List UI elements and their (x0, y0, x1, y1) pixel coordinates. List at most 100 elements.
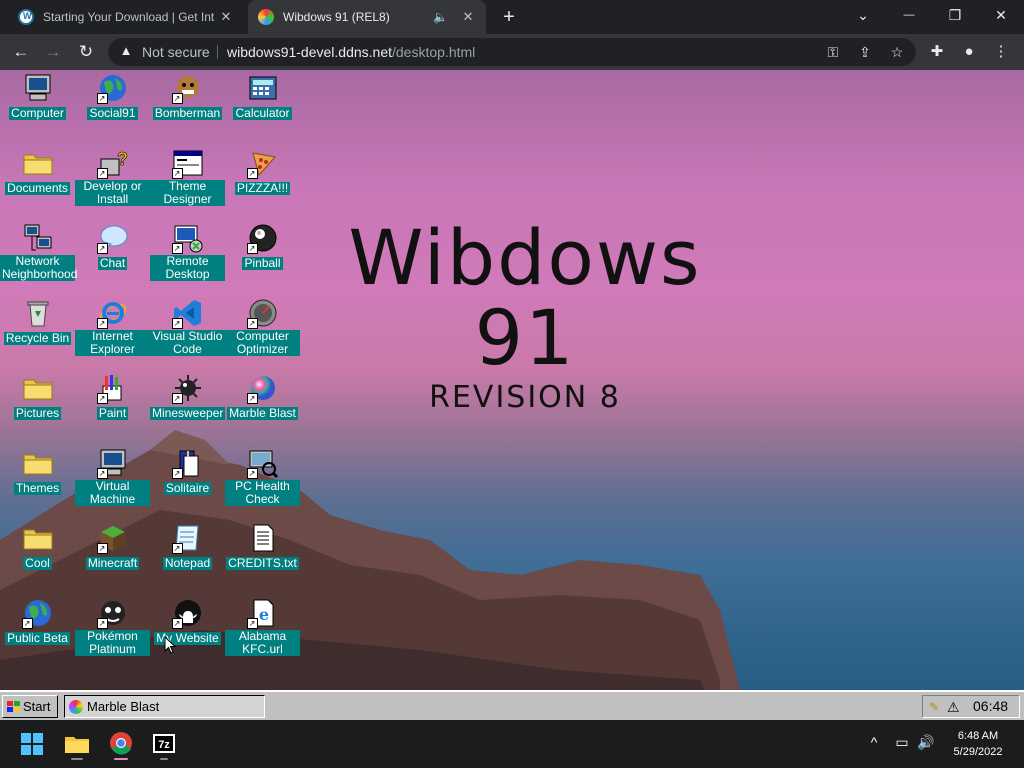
desktop-icon-theme-designer[interactable]: ↗ Theme Designer (150, 145, 225, 220)
marble-icon: ↗ (246, 372, 279, 404)
desktop-icon-pizzza[interactable]: ↗ PIZZZA!!! (225, 145, 300, 220)
desktop-icon-visual-studio-code[interactable]: ↗ Visual Studio Code (150, 295, 225, 370)
desktop-icon-virtual-machine[interactable]: ↗ Virtual Machine (75, 445, 150, 520)
security-label[interactable]: Not secure (142, 44, 210, 60)
os-clock[interactable]: 6:48 AM 5/29/2022 (948, 728, 1008, 760)
reload-button[interactable]: ↻ (75, 41, 97, 63)
desktop-icon-solitaire[interactable]: ↗ Solitaire (150, 445, 225, 520)
desktop-icon-chat[interactable]: ↗ Chat (75, 220, 150, 295)
desktop-icon-pc-health-check[interactable]: ↗ PC Health Check (225, 445, 300, 520)
desktop-icon-remote-desktop[interactable]: ↗ Remote Desktop (150, 220, 225, 295)
forward-button[interactable]: → (42, 41, 64, 63)
globe-icon: ↗ (96, 72, 129, 104)
svg-text:e: e (258, 605, 268, 624)
desktop-icon-cool[interactable]: Cool (0, 520, 75, 595)
maximize-button[interactable]: ❐ (932, 0, 978, 30)
tab-wibdows91[interactable]: Wibdows 91 (REL8) 🔈 ✕ (248, 0, 486, 34)
menu-kebab-icon[interactable]: ⋮ (990, 41, 1012, 63)
network-icon[interactable]: ▭ (892, 734, 912, 751)
shortcut-arrow-icon: ↗ (246, 168, 258, 179)
desktop-icon-computer-optimizer[interactable]: ↗ Computer Optimizer (225, 295, 300, 370)
icon-label: Pinball (242, 256, 283, 270)
shortcut-arrow-icon: ↗ (246, 618, 258, 629)
address-bar[interactable]: ▲ Not secure wibdows91-devel.ddns.net/de… (108, 38, 916, 66)
extensions-icon[interactable]: ✚ (926, 41, 948, 63)
window-close-button[interactable]: ✕ (978, 0, 1024, 30)
pizza-icon: ↗ (246, 147, 279, 179)
desktop-icon-documents[interactable]: Documents (0, 145, 75, 220)
health-check-icon: ↗ (246, 447, 279, 479)
desktop-icon-paint[interactable]: ↗ Paint (75, 370, 150, 445)
tray-overflow-button[interactable]: ^ (864, 734, 884, 750)
icon-label: Public Beta (5, 631, 70, 645)
recycle-bin-icon (22, 297, 54, 329)
tab-search-button[interactable]: ⌄ (840, 0, 886, 30)
new-tab-button[interactable]: + (498, 6, 520, 28)
profile-icon[interactable]: ● (958, 41, 980, 63)
computer-icon (22, 72, 54, 104)
icon-label: Network Neighborhood (0, 254, 78, 281)
volume-icon[interactable]: 🔊 (916, 734, 936, 751)
desktop-icon-alabama-kfc-url[interactable]: e ↗ Alabama KFC.url (225, 595, 300, 670)
icon-label: Chat (97, 256, 128, 270)
desktop-icon-calculator[interactable]: Calculator (225, 70, 300, 145)
desktop-icon-credits-txt[interactable]: CREDITS.txt (225, 520, 300, 595)
warning-icon[interactable]: ▲ (118, 43, 134, 61)
desktop-icon-public-beta[interactable]: ↗ Public Beta (0, 595, 75, 670)
desktop-icon-my-website[interactable]: ↗ My Website (150, 595, 225, 670)
speaker-icon[interactable]: 🔈 (433, 10, 448, 24)
shortcut-arrow-icon: ↗ (96, 618, 108, 629)
wibdows-desktop[interactable]: Wibdows 91 REVISION 8 Computer ↗ Social91 ↗… (0, 70, 1024, 720)
key-icon[interactable]: ⚿ (824, 43, 842, 61)
warning-icon[interactable]: ⚠ (947, 697, 960, 718)
desktop-icon-pinball[interactable]: ↗ Pinball (225, 220, 300, 295)
icon-label: Pokémon Platinum (75, 630, 150, 656)
shortcut-arrow-icon: ↗ (96, 93, 108, 104)
desktop-icon-develop-or-install[interactable]: ? ↗ Develop or Install (75, 145, 150, 220)
tray-clock[interactable]: 06:48 (973, 696, 1008, 717)
windows-start-icon[interactable] (16, 728, 48, 760)
close-icon[interactable]: ✕ (218, 9, 234, 25)
icon-label: Virtual Machine (75, 480, 150, 506)
icon-label: Documents (5, 181, 70, 195)
brand-title: Wibdows 91 (348, 213, 702, 382)
tab-starting-download[interactable]: W Starting Your Download | Get Int ✕ (8, 0, 244, 34)
minimize-button[interactable]: — (886, 0, 932, 30)
desktop-icon-bomberman[interactable]: ↗ Bomberman (150, 70, 225, 145)
taskbar-item-marble-blast[interactable]: Marble Blast (64, 695, 265, 718)
task-label: Marble Blast (87, 699, 160, 714)
icon-label: Minecraft (85, 556, 140, 570)
desktop-icon-pictures[interactable]: Pictures (0, 370, 75, 445)
back-button[interactable]: ← (10, 41, 32, 63)
desktop-icon-computer[interactable]: Computer (0, 70, 75, 145)
clock-time: 6:48 AM (957, 730, 999, 742)
desktop-icon-themes[interactable]: Themes (0, 445, 75, 520)
shortcut-arrow-icon: ↗ (246, 468, 258, 479)
desktop-icon-internet-explorer[interactable]: ↗ Internet Explorer (75, 295, 150, 370)
browser-tab-strip: W Starting Your Download | Get Int ✕ Wib… (0, 0, 1024, 34)
pen-icon[interactable]: ✎ (929, 697, 939, 718)
chrome-icon[interactable] (105, 728, 137, 760)
desktop-icon-marble-blast[interactable]: ↗ Marble Blast (225, 370, 300, 445)
shortcut-arrow-icon: ↗ (171, 243, 183, 254)
bookmark-star-icon[interactable]: ☆ (888, 43, 906, 61)
desktop-icon-network-neighborhood[interactable]: Network Neighborhood (0, 220, 78, 295)
7zip-icon[interactable]: 7z (148, 728, 180, 760)
desktop-icon-recycle-bin[interactable]: Recycle Bin (0, 295, 75, 370)
file-explorer-icon[interactable] (61, 728, 93, 760)
url-text[interactable]: wibdows91-devel.ddns.net/desktop.html (227, 44, 475, 60)
pokemon-icon: ↗ (96, 597, 129, 629)
icon-label: Cool (23, 556, 52, 570)
desktop-icon-minecraft[interactable]: ↗ Minecraft (75, 520, 150, 595)
remote-desktop-icon: ↗ (171, 222, 204, 254)
minecraft-icon: ↗ (96, 522, 129, 554)
start-button[interactable]: Start (2, 695, 58, 718)
share-icon[interactable]: ⇪ (856, 43, 874, 61)
icon-label: Minesweeper (150, 406, 225, 420)
desktop-icon-notepad[interactable]: ↗ Notepad (150, 520, 225, 595)
close-icon[interactable]: ✕ (460, 9, 476, 25)
desktop-icon-social91[interactable]: ↗ Social91 (75, 70, 150, 145)
desktop-icon-minesweeper[interactable]: ↗ Minesweeper (150, 370, 225, 445)
desktop-icon-pok-mon-platinum[interactable]: ↗ Pokémon Platinum (75, 595, 150, 670)
browser-toolbar: ← → ↻ ▲ Not secure wibdows91-devel.ddns.… (0, 34, 1024, 70)
